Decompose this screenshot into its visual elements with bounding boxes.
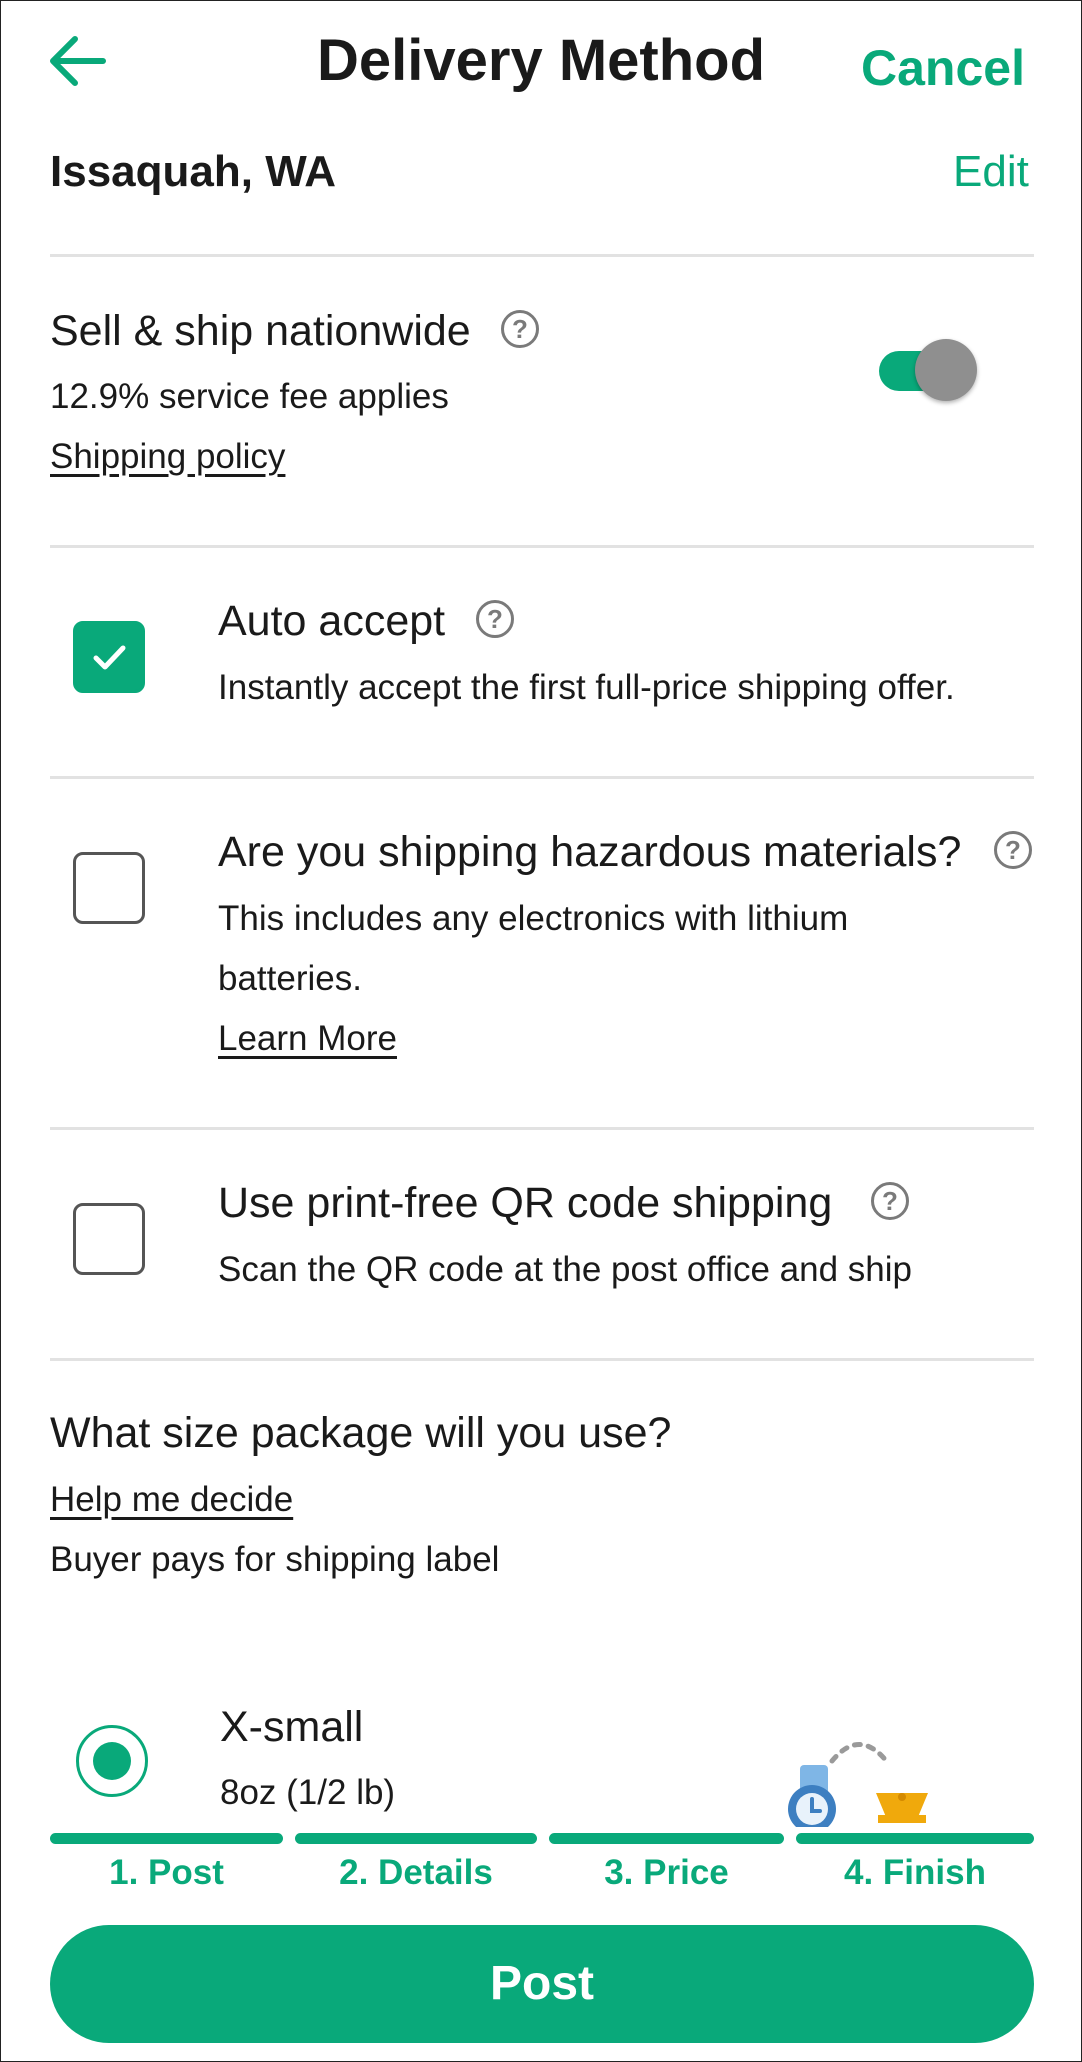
nationwide-title: Sell & ship nationwide <box>50 307 471 355</box>
watch-and-bowl-icon <box>780 1727 940 1833</box>
divider <box>50 545 1034 548</box>
post-button[interactable]: Post <box>50 1925 1034 2043</box>
edit-location-button[interactable]: Edit <box>953 147 1029 197</box>
hazardous-desc-line1: This includes any electronics with lithi… <box>218 899 849 938</box>
step-bar-price <box>549 1833 784 1844</box>
step-label-finish: 4. Finish <box>844 1853 986 1892</box>
divider <box>50 1127 1034 1130</box>
step-label-price: 3. Price <box>604 1853 729 1892</box>
toggle-knob <box>915 339 977 401</box>
buyer-pays-note: Buyer pays for shipping label <box>50 1540 500 1579</box>
radio-selected[interactable] <box>76 1725 148 1797</box>
qr-shipping-desc: Scan the QR code at the post office and … <box>218 1250 912 1289</box>
hazardous-desc-line2: batteries. <box>218 959 362 998</box>
page-title: Delivery Method <box>317 28 765 93</box>
checkmark-icon <box>93 645 126 670</box>
location-label: Issaquah, WA <box>50 147 337 196</box>
learn-more-link[interactable]: Learn More <box>218 1019 397 1059</box>
step-label-post: 1. Post <box>109 1853 224 1892</box>
package-option-xsmall[interactable]: X-small 8oz (1/2 lb) <box>50 1691 1034 1833</box>
divider <box>50 1358 1034 1361</box>
help-me-decide-link[interactable]: Help me decide <box>50 1480 293 1520</box>
step-bar-finish <box>796 1833 1034 1844</box>
cancel-button[interactable]: Cancel <box>861 39 1025 97</box>
hazardous-checkbox[interactable] <box>73 852 145 924</box>
help-icon[interactable]: ? <box>994 831 1032 869</box>
auto-accept-title: Auto accept <box>218 597 446 645</box>
auto-accept-desc: Instantly accept the first full-price sh… <box>218 668 955 707</box>
divider <box>50 254 1034 257</box>
help-icon[interactable]: ? <box>501 310 539 348</box>
hazardous-title: Are you shipping hazardous materials? <box>218 828 962 876</box>
package-name: X-small <box>220 1703 364 1751</box>
step-label-details: 2. Details <box>339 1853 493 1892</box>
auto-accept-checkbox[interactable] <box>73 621 145 693</box>
divider <box>50 776 1034 779</box>
nationwide-toggle[interactable] <box>879 335 979 405</box>
step-bar-details <box>295 1833 537 1844</box>
shipping-policy-link[interactable]: Shipping policy <box>50 437 285 477</box>
step-bar-post <box>50 1833 283 1844</box>
service-fee-text: 12.9% service fee applies <box>50 377 449 416</box>
qr-shipping-title: Use print-free QR code shipping <box>218 1179 833 1227</box>
package-weight: 8oz (1/2 lb) <box>220 1773 396 1812</box>
help-icon[interactable]: ? <box>476 600 514 638</box>
package-question: What size package will you use? <box>50 1409 672 1457</box>
help-icon[interactable]: ? <box>871 1182 909 1220</box>
back-arrow-icon[interactable] <box>45 33 109 89</box>
qr-shipping-checkbox[interactable] <box>73 1203 145 1275</box>
